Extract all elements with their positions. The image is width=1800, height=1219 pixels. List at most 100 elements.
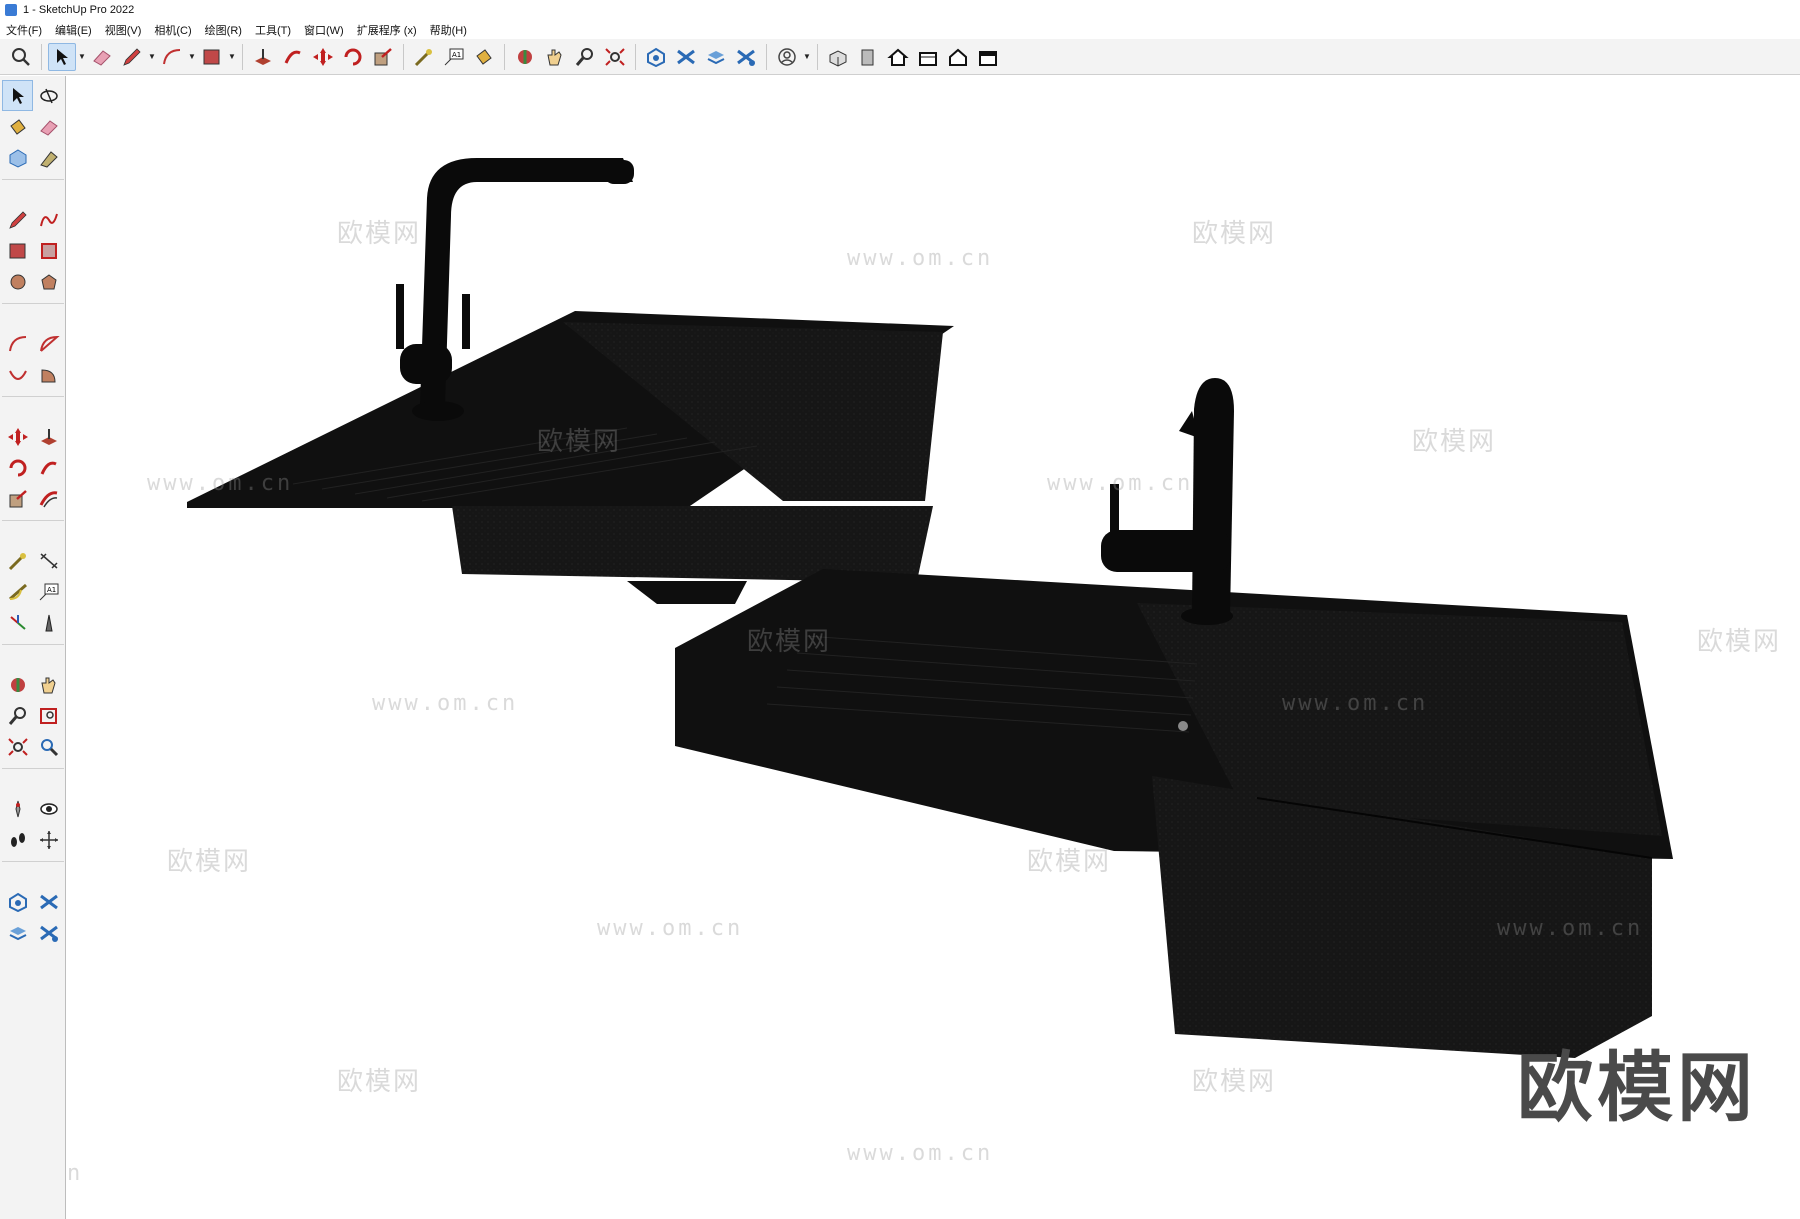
- arc-icon[interactable]: [158, 43, 186, 71]
- orbit-icon[interactable]: [33, 80, 64, 111]
- rotate-icon[interactable]: [2, 452, 33, 483]
- zoom-extents-icon[interactable]: [2, 731, 33, 762]
- component-icon[interactable]: [2, 142, 33, 173]
- menu-camera[interactable]: 相机(C): [148, 22, 198, 38]
- back-view-icon[interactable]: [974, 43, 1002, 71]
- rotated-rect-icon[interactable]: [33, 235, 64, 266]
- zoom-extents-icon[interactable]: [601, 43, 629, 71]
- walk-icon[interactable]: [33, 669, 64, 700]
- svg-text:A1: A1: [47, 586, 56, 594]
- chevron-down-icon[interactable]: ▼: [227, 43, 237, 71]
- select-icon[interactable]: [2, 80, 33, 111]
- scale-icon[interactable]: [2, 483, 33, 514]
- menu-tools[interactable]: 工具(T): [249, 22, 298, 38]
- pushpull-icon[interactable]: [33, 421, 64, 452]
- pie-icon[interactable]: [33, 359, 64, 390]
- section-icon[interactable]: [2, 669, 33, 700]
- toolbar-separator: [817, 43, 818, 70]
- look-around-icon[interactable]: [33, 793, 64, 824]
- select-icon[interactable]: [48, 42, 76, 71]
- sink-model-1[interactable]: [187, 311, 954, 604]
- menu-draw[interactable]: 绘图(R): [199, 22, 249, 38]
- follow-me-icon[interactable]: [33, 452, 64, 483]
- pushpull-icon[interactable]: [249, 43, 277, 71]
- layer-icon[interactable]: [2, 917, 33, 948]
- menu-view[interactable]: 视图(V): [99, 22, 149, 38]
- toolbar-separator: [635, 43, 636, 70]
- 3d-text-icon[interactable]: [33, 607, 64, 638]
- eraser-icon[interactable]: [33, 111, 64, 142]
- warehouse-icon[interactable]: [2, 886, 33, 917]
- chevron-down-icon[interactable]: ▼: [187, 43, 197, 71]
- tool-palette: A1: [0, 76, 66, 1219]
- zoom-icon[interactable]: [2, 700, 33, 731]
- pencil-icon[interactable]: [2, 204, 33, 235]
- pencil-icon[interactable]: [118, 43, 146, 71]
- follow-me-icon[interactable]: [279, 43, 307, 71]
- chevron-down-icon[interactable]: ▼: [147, 43, 157, 71]
- offset-icon[interactable]: [33, 483, 64, 514]
- move-icon[interactable]: [2, 421, 33, 452]
- tag-icon[interactable]: [33, 142, 64, 173]
- text-icon[interactable]: A1: [33, 576, 64, 607]
- orbit-icon[interactable]: [511, 43, 539, 71]
- chevron-down-icon[interactable]: ▼: [802, 43, 812, 71]
- rectangle-icon[interactable]: [2, 235, 33, 266]
- polygon-icon[interactable]: [33, 266, 64, 297]
- sink-model-2[interactable]: [675, 569, 1673, 1058]
- zoom-window-icon[interactable]: [33, 700, 64, 731]
- freehand-icon[interactable]: [33, 204, 64, 235]
- menu-edit[interactable]: 编辑(E): [49, 22, 99, 38]
- extension-icon[interactable]: [672, 43, 700, 71]
- iso-view-icon[interactable]: [824, 43, 852, 71]
- warehouse-icon[interactable]: [642, 43, 670, 71]
- layer-icon[interactable]: [702, 43, 730, 71]
- rectangle-icon[interactable]: [198, 43, 226, 71]
- menu-bar: 文件(F) 编辑(E) 视图(V) 相机(C) 绘图(R) 工具(T) 窗口(W…: [0, 20, 1800, 39]
- zoom-icon[interactable]: [571, 43, 599, 71]
- move-icon[interactable]: [309, 43, 337, 71]
- scenes-icon[interactable]: [33, 917, 64, 948]
- paint-bucket-icon[interactable]: [2, 111, 33, 142]
- menu-extensions[interactable]: 扩展程序 (x): [351, 22, 424, 38]
- home-icon[interactable]: [884, 43, 912, 71]
- scale-icon[interactable]: [369, 43, 397, 71]
- tape-measure-icon[interactable]: [410, 43, 438, 71]
- menu-file[interactable]: 文件(F): [0, 22, 49, 38]
- protractor-icon[interactable]: [2, 576, 33, 607]
- eraser-icon[interactable]: [88, 43, 116, 71]
- arc2-icon[interactable]: [33, 328, 64, 359]
- tape-measure-icon[interactable]: [2, 545, 33, 576]
- extension-icon[interactable]: [33, 886, 64, 917]
- house-view-icon[interactable]: [944, 43, 972, 71]
- front-view-icon[interactable]: [854, 43, 882, 71]
- arc-icon[interactable]: [2, 328, 33, 359]
- title-bar: 1 - SketchUp Pro 2022: [0, 0, 1800, 20]
- rotate-icon[interactable]: [339, 43, 367, 71]
- account-icon[interactable]: [773, 43, 801, 71]
- palette-separator: [2, 855, 64, 862]
- pan-icon[interactable]: [541, 43, 569, 71]
- axes-icon[interactable]: [2, 607, 33, 638]
- search-icon[interactable]: [7, 43, 35, 71]
- previous-view-icon[interactable]: [33, 731, 64, 762]
- scenes-icon[interactable]: [732, 43, 760, 71]
- top-view-icon[interactable]: [914, 43, 942, 71]
- model-viewport[interactable]: 欧模网 欧模网 欧模网 欧模网 欧模网 欧模网 欧模网 欧模网 欧模网 欧模网 …: [67, 76, 1800, 1219]
- palette-separator: [2, 390, 64, 397]
- 3pt-arc-icon[interactable]: [2, 359, 33, 390]
- position-camera-icon[interactable]: [2, 793, 33, 824]
- chevron-down-icon[interactable]: ▼: [77, 43, 87, 71]
- palette-separator: [2, 514, 64, 521]
- footprints-icon[interactable]: [2, 824, 33, 855]
- text-icon[interactable]: A1: [440, 43, 468, 71]
- circle-icon[interactable]: [2, 266, 33, 297]
- palette-separator: [2, 173, 64, 180]
- menu-window[interactable]: 窗口(W): [298, 22, 351, 38]
- pan-icon[interactable]: [33, 824, 64, 855]
- toolbar-separator: [504, 43, 505, 70]
- palette-separator: [2, 638, 64, 645]
- dimension-icon[interactable]: [33, 545, 64, 576]
- menu-help[interactable]: 帮助(H): [424, 22, 474, 38]
- paint-bucket-icon[interactable]: [470, 43, 498, 71]
